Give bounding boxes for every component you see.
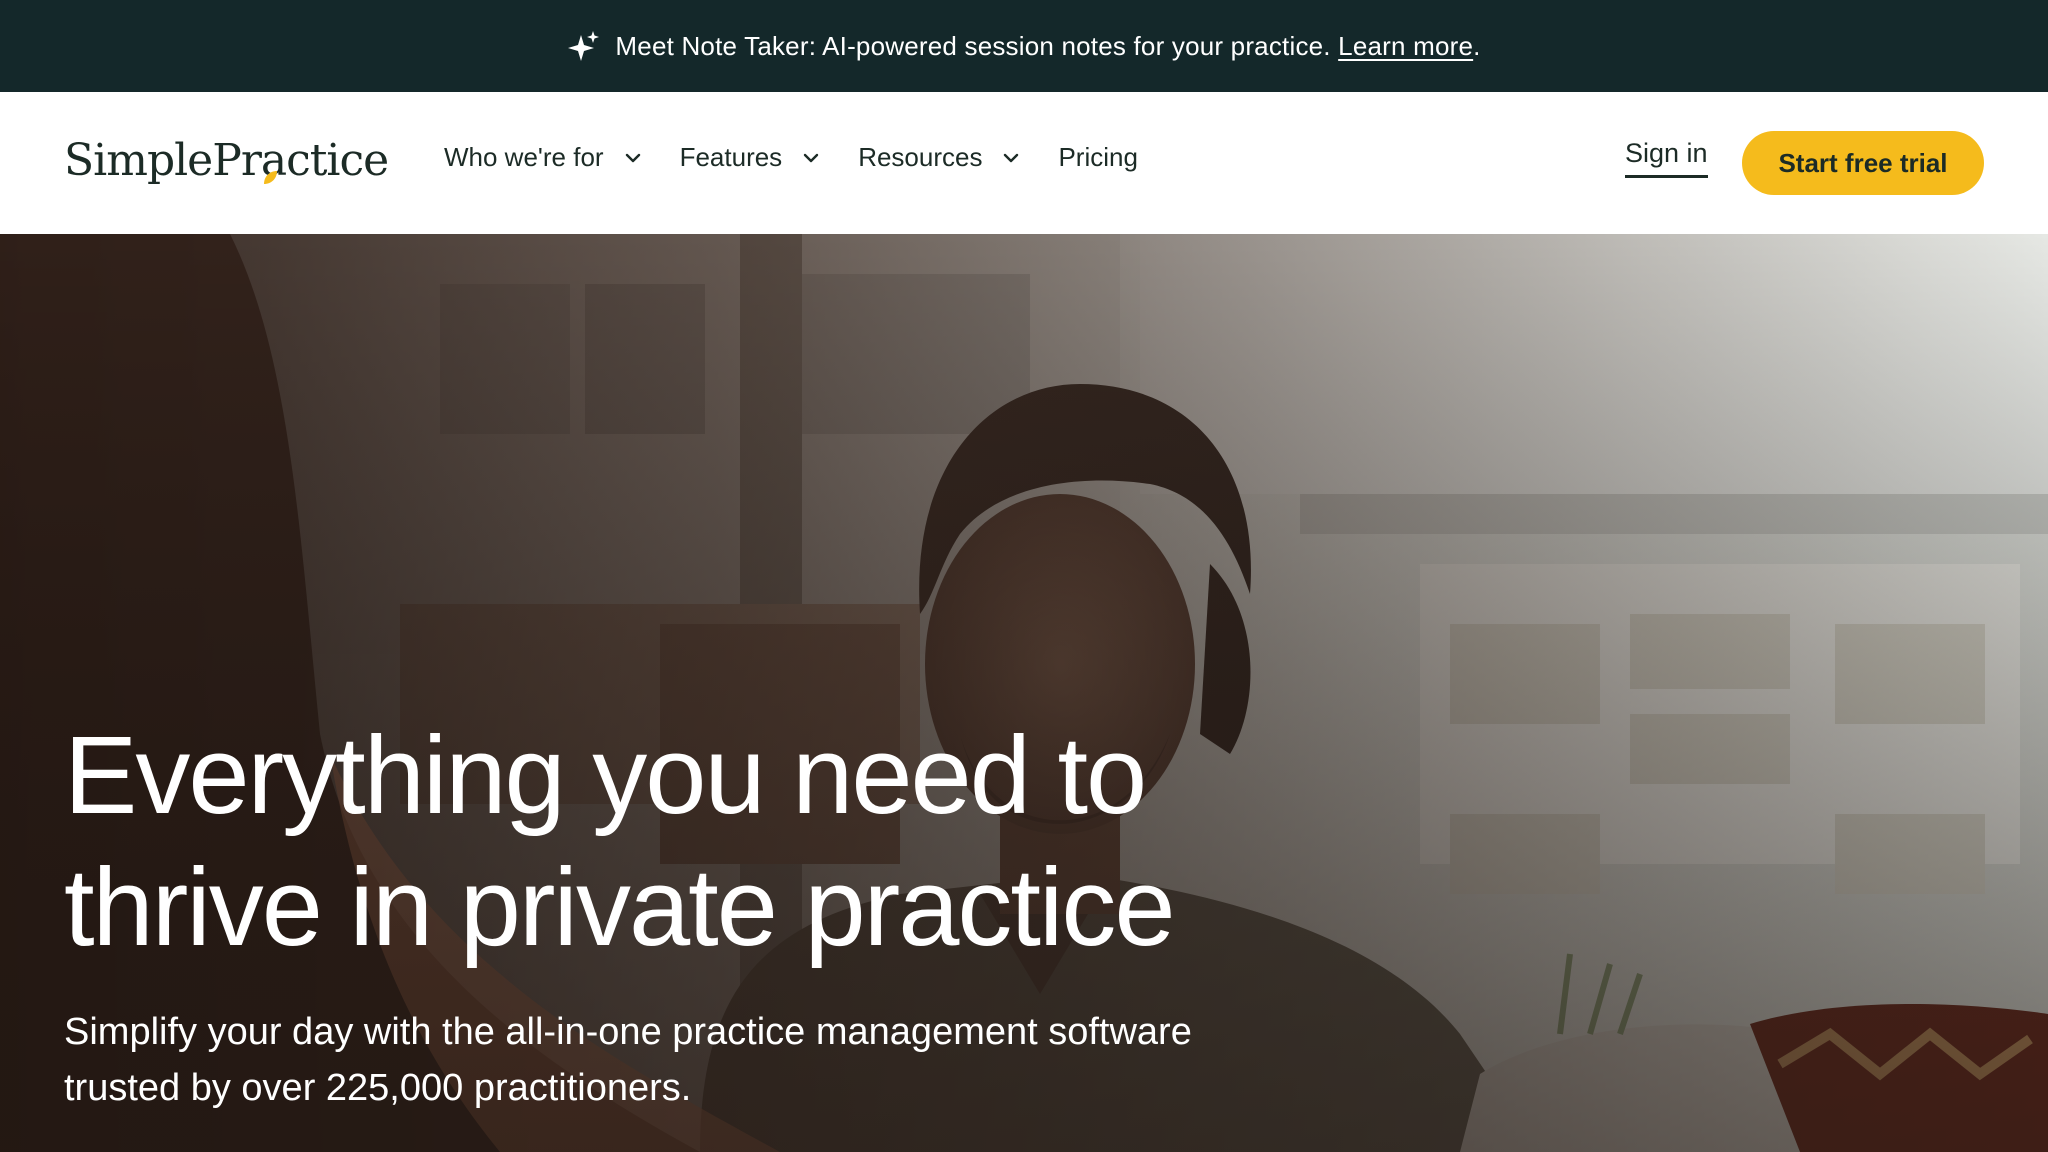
chevron-down-icon [803, 153, 819, 162]
nav-menu: Who we're for Features Resources Pricing [444, 142, 1176, 173]
hero-section: Everything you need to thrive in private… [0, 234, 2048, 1152]
nav-item-label: Resources [858, 142, 983, 172]
hero-title-line-1: Everything you need to [64, 714, 1147, 837]
nav-item-label: Features [679, 142, 783, 172]
main-nav: SimplePractice Who we're for Features Re… [0, 92, 2048, 234]
nav-item-label: Who we're for [444, 142, 604, 172]
logo-text: SimplePractice [64, 134, 389, 186]
announcement-text: Meet Note Taker: AI-powered session note… [615, 30, 1331, 61]
hero-subtitle-line-2: trusted by over 225,000 practitioners. [64, 1067, 692, 1109]
learn-more-link[interactable]: Learn more [1338, 31, 1473, 62]
nav-item-pricing[interactable]: Pricing [1058, 142, 1137, 173]
nav-item-resources[interactable]: Resources [858, 142, 1020, 173]
nav-item-features[interactable]: Features [680, 142, 821, 173]
sign-in-link[interactable]: Sign in [1625, 138, 1708, 178]
hero-subtitle-line-1: Simplify your day with the all-in-one pr… [64, 1011, 1192, 1053]
hero-subtitle: Simplify your day with the all-in-one pr… [64, 1004, 1314, 1116]
nav-item-who-were-for[interactable]: Who we're for [444, 142, 642, 173]
hero-title: Everything you need to thrive in private… [64, 710, 1364, 974]
announcement-bar: Meet Note Taker: AI-powered session note… [0, 0, 2048, 92]
logo-leaf-icon [264, 171, 277, 184]
start-free-trial-button[interactable]: Start free trial [1742, 131, 1984, 195]
hero-title-line-2: thrive in private practice [64, 846, 1176, 969]
sparkle-icon [567, 29, 601, 63]
announcement-suffix: . [1473, 30, 1481, 61]
chevron-down-icon [1004, 153, 1019, 162]
chevron-down-icon [625, 153, 640, 162]
nav-item-label: Pricing [1058, 142, 1138, 172]
simplepractice-logo[interactable]: SimplePractice [64, 128, 389, 192]
